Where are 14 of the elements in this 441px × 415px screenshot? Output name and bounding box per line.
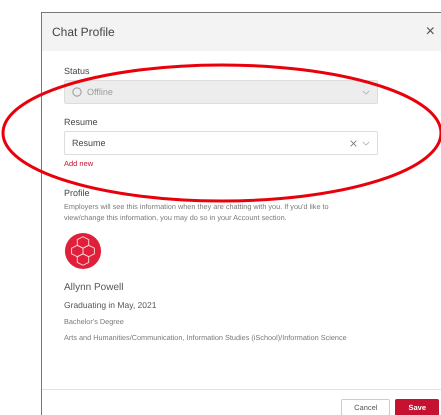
profile-name: Allynn Powell <box>64 282 124 293</box>
graduation-text: Graduating in May, 2021 <box>64 300 156 310</box>
select-value: Resume <box>72 138 107 148</box>
clear-icon[interactable] <box>350 140 357 146</box>
dialog-title: Chat Profile <box>52 25 115 39</box>
close-button[interactable]: × <box>426 24 435 40</box>
avatar-drawing <box>64 232 102 270</box>
section-heading: Profile <box>64 188 90 198</box>
chevron-down-icon[interactable] <box>362 140 370 146</box>
select-value: Offline <box>87 87 114 97</box>
status-circle-icon <box>72 87 82 97</box>
field-label: Status <box>64 66 90 76</box>
select-field[interactable]: Resume <box>64 131 378 155</box>
field-label: Resume <box>64 117 98 127</box>
